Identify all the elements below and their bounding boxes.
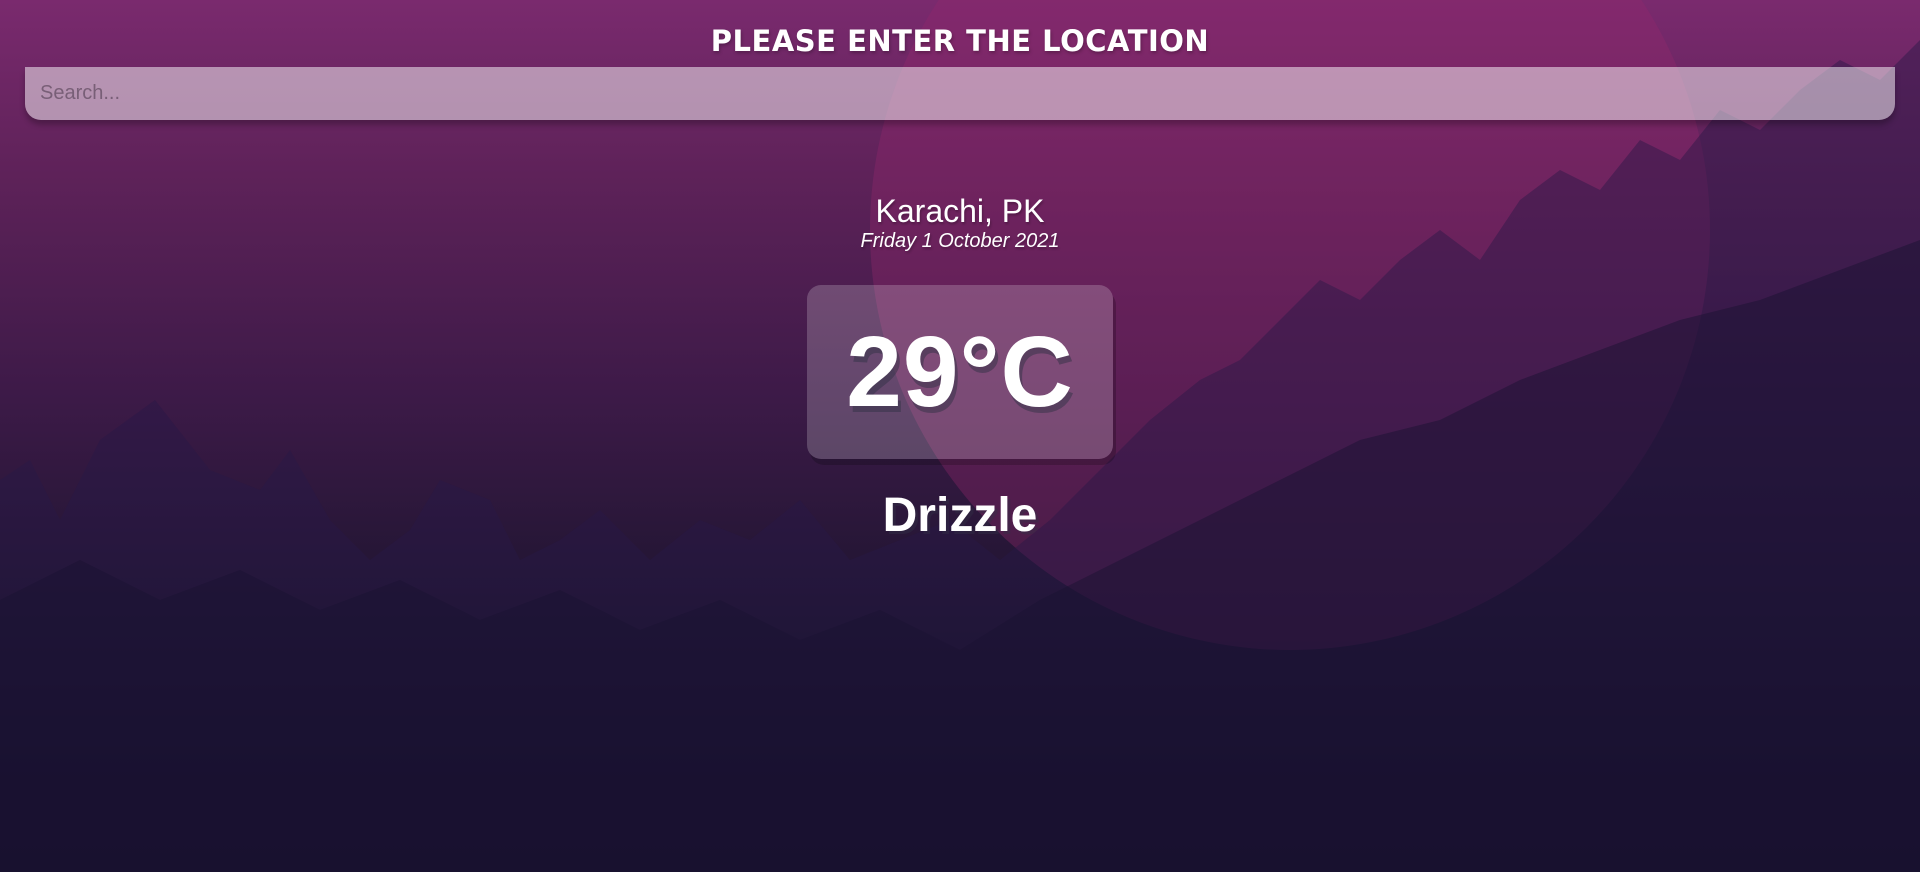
page-title: PLEASE ENTER THE LOCATION — [710, 24, 1210, 58]
location-label: Karachi, PK — [875, 193, 1045, 229]
weather-app: PLEASE ENTER THE LOCATION Karachi, PK Fr… — [0, 0, 1920, 872]
weather-condition: Drizzle — [882, 489, 1038, 542]
search-input[interactable] — [25, 67, 1895, 120]
date-label: Friday 1 October 2021 — [860, 230, 1060, 252]
temperature-value: 29°C — [846, 315, 1074, 428]
temperature-box: 29°C — [807, 285, 1113, 459]
